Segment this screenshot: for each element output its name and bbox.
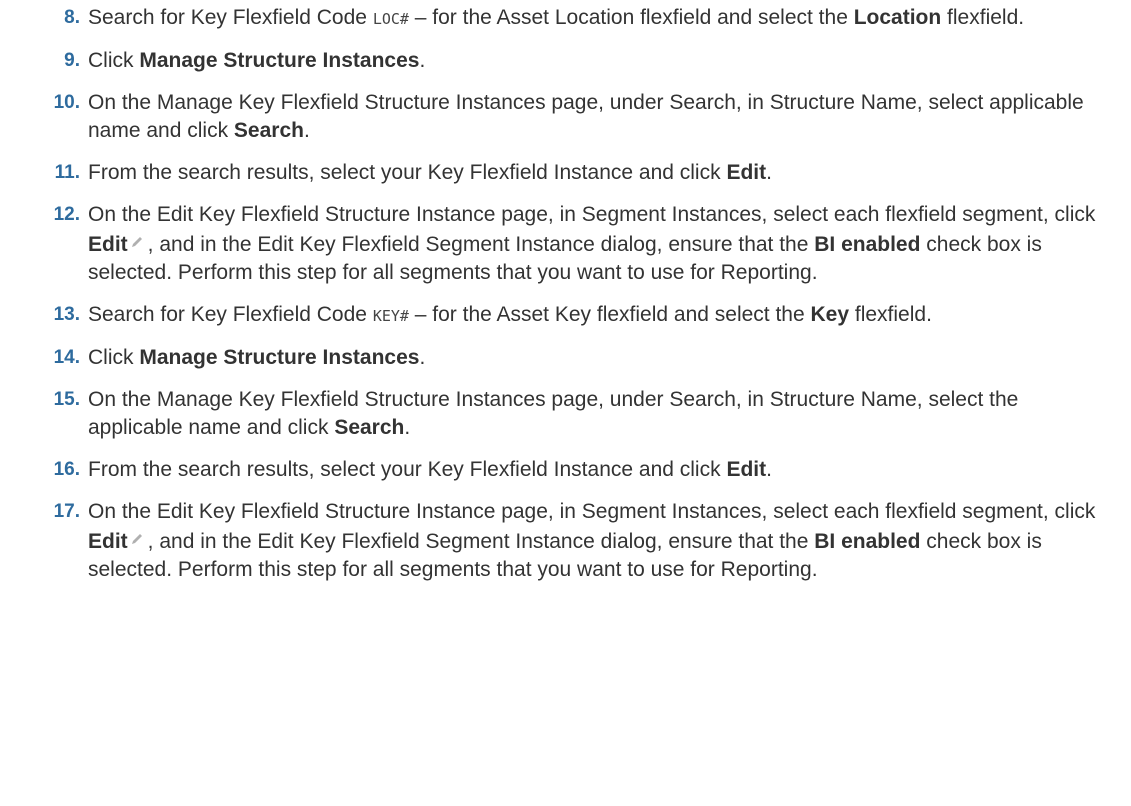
flexfield-code: KEY# bbox=[372, 307, 409, 325]
bold-term: Edit bbox=[726, 458, 767, 481]
bold-term: Manage Structure Instances bbox=[139, 346, 420, 369]
step-text-run: On the Edit Key Flexfield Structure Inst… bbox=[88, 500, 1096, 523]
bold-term: Location bbox=[853, 6, 942, 29]
step-text: Search for Key Flexfield Code LOC# – for… bbox=[88, 6, 1024, 29]
bold-term: Edit bbox=[88, 530, 128, 553]
step-text-run: . bbox=[303, 119, 310, 142]
bold-term: Search bbox=[334, 416, 405, 439]
step-text-run: . bbox=[404, 416, 411, 439]
step-item: 12. On the Edit Key Flexfield Structure I… bbox=[54, 201, 1108, 287]
step-text-run: . bbox=[419, 346, 426, 369]
step-text-run: . bbox=[766, 161, 772, 184]
step-text-run: Search for Key Flexfield Code bbox=[88, 6, 373, 29]
step-number: 16. bbox=[53, 459, 80, 480]
step-item: 17. On the Edit Key Flexfield Structure I… bbox=[54, 498, 1108, 584]
step-text: Click Manage Structure Instances. bbox=[88, 49, 425, 72]
step-text: On the Manage Key Flexfield Structure In… bbox=[88, 388, 1018, 439]
step-text: From the search results, select your Key… bbox=[88, 161, 772, 184]
step-text-run: Click bbox=[88, 346, 140, 369]
step-text: On the Edit Key Flexfield Structure Inst… bbox=[88, 203, 1095, 284]
step-item: 9. Click Manage Structure Instances. bbox=[64, 47, 1108, 75]
bold-term: Manage Structure Instances bbox=[139, 49, 420, 72]
step-text: On the Edit Key Flexfield Structure Inst… bbox=[88, 500, 1095, 581]
step-number: 11. bbox=[54, 162, 80, 183]
step-text-run: . bbox=[766, 458, 772, 481]
step-text-run: – for the Asset Location flexfield and s… bbox=[408, 6, 854, 29]
step-number: 13. bbox=[53, 304, 80, 325]
step-text: On the Manage Key Flexfield Structure In… bbox=[88, 91, 1084, 142]
pencil-icon bbox=[130, 229, 144, 247]
step-item: 11. From the search results, select your … bbox=[55, 159, 1108, 187]
step-number: 9. bbox=[64, 50, 80, 71]
step-text: Search for Key Flexfield Code KEY# – for… bbox=[88, 303, 932, 326]
step-text-run: , and in the Edit Key Flexfield Segment … bbox=[147, 530, 815, 553]
step-item: 16. From the search results, select your … bbox=[54, 456, 1108, 484]
step-text-run: Click bbox=[88, 49, 140, 72]
step-text-run: From the search results, select your Key… bbox=[88, 161, 727, 184]
step-text-run: On the Manage Key Flexfield Structure In… bbox=[88, 388, 1019, 439]
step-text-run: On the Edit Key Flexfield Structure Inst… bbox=[88, 203, 1096, 226]
bold-term: Edit bbox=[726, 161, 767, 184]
step-item: 15. On the Manage Key Flexfield Structure… bbox=[54, 386, 1108, 442]
bold-term: Key bbox=[810, 303, 850, 326]
bold-term: Edit bbox=[88, 233, 128, 256]
step-text-run: From the search results, select your Key… bbox=[88, 458, 727, 481]
step-text-run: , and in the Edit Key Flexfield Segment … bbox=[147, 233, 815, 256]
step-number: 12. bbox=[53, 204, 80, 225]
step-number: 8. bbox=[64, 7, 80, 28]
step-number: 15. bbox=[53, 389, 80, 410]
procedure-steps: 8. Search for Key Flexfield Code LOC# – f… bbox=[0, 0, 1131, 584]
step-number: 10. bbox=[53, 92, 80, 113]
step-text-run: flexfield. bbox=[941, 6, 1025, 29]
pencil-icon bbox=[130, 526, 144, 544]
step-number: 17. bbox=[53, 501, 80, 522]
flexfield-code: LOC# bbox=[372, 10, 409, 28]
step-text-run: . bbox=[419, 49, 426, 72]
step-item: 14. Click Manage Structure Instances. bbox=[54, 344, 1108, 372]
step-text-run: – for the Asset Key flexfield and select… bbox=[408, 303, 811, 326]
bold-term: Search bbox=[233, 119, 304, 142]
step-text: Click Manage Structure Instances. bbox=[88, 346, 425, 369]
step-item: 10. On the Manage Key Flexfield Structure… bbox=[54, 89, 1108, 145]
step-number: 14. bbox=[53, 347, 80, 368]
bold-term: BI enabled bbox=[814, 233, 921, 256]
bold-term: BI enabled bbox=[814, 530, 921, 553]
step-item: 8. Search for Key Flexfield Code LOC# – f… bbox=[64, 4, 1108, 33]
step-text-run: flexfield. bbox=[849, 303, 932, 326]
step-text: From the search results, select your Key… bbox=[88, 458, 772, 481]
step-item: 13. Search for Key Flexfield Code KEY# – … bbox=[54, 301, 1108, 330]
step-text-run: Search for Key Flexfield Code bbox=[88, 303, 373, 326]
